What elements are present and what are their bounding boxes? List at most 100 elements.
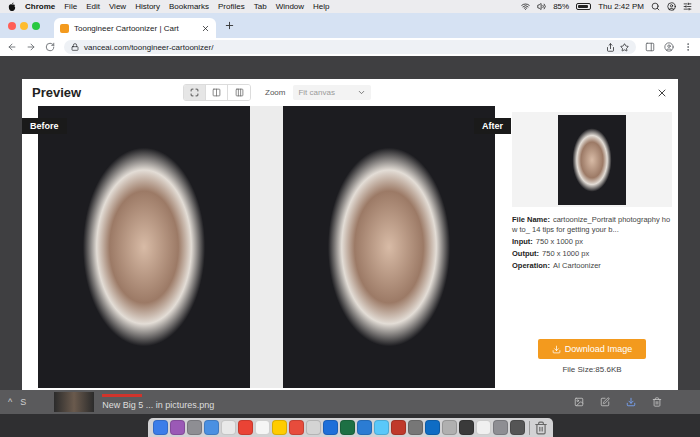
detail-label: Output: xyxy=(512,249,539,258)
info-panel: File Name:cartoonize_Portrait photograph… xyxy=(512,106,672,388)
menu-item[interactable]: Bookmarks xyxy=(169,0,209,13)
view-button[interactable] xyxy=(206,85,228,100)
detail-label: Input: xyxy=(512,237,533,246)
dock-app-icon[interactable] xyxy=(357,420,372,435)
new-tab-button[interactable] xyxy=(224,20,235,31)
dock-app-icon[interactable] xyxy=(340,420,355,435)
dock-app-icon[interactable] xyxy=(306,420,321,435)
menu-item[interactable]: Edit xyxy=(86,0,100,13)
modal-body: Before After File Name:cartoonize_Portrait… xyxy=(22,106,678,390)
favicon-icon xyxy=(60,24,69,33)
download-icon xyxy=(552,345,561,354)
volume-icon[interactable] xyxy=(537,2,546,11)
zoom-light[interactable] xyxy=(32,22,40,30)
menu-item[interactable]: File xyxy=(64,0,77,13)
browser-tab[interactable]: Toongineer Cartoonizer | Cart xyxy=(54,18,216,38)
detail-row: Input:750 x 1000 px xyxy=(512,237,672,247)
dock-app-icon[interactable] xyxy=(323,420,338,435)
before-badge: Before xyxy=(22,118,67,134)
dock-app-icon[interactable] xyxy=(374,420,389,435)
detail-label: Operation: xyxy=(512,261,550,270)
tab-bar: Toongineer Cartoonizer | Cart xyxy=(0,13,700,38)
preview-modal: PreviewZoomFit canvasBeforeAfterFile Nam… xyxy=(22,79,678,390)
menu-item[interactable]: Profiles xyxy=(218,0,245,13)
zoom-placeholder: Fit canvas xyxy=(298,88,357,97)
dock-trash-icon[interactable] xyxy=(534,421,548,435)
dock-app-icon[interactable] xyxy=(170,420,185,435)
menu-app[interactable]: Chrome xyxy=(25,0,55,13)
edit-icon[interactable] xyxy=(600,397,610,407)
share-icon[interactable] xyxy=(606,43,615,52)
control-center-icon[interactable] xyxy=(683,2,692,11)
dock-app-icon[interactable] xyxy=(289,420,304,435)
dock-app-icon[interactable] xyxy=(153,420,168,435)
menu-status: 85%Thu 2:42 PM xyxy=(521,0,692,13)
split-view-icon xyxy=(212,88,221,97)
close-button[interactable] xyxy=(656,87,668,99)
plus-icon[interactable] xyxy=(224,20,235,31)
view-button[interactable] xyxy=(184,85,206,100)
download-item[interactable]: New Big 5 ... in pictures.png xyxy=(102,394,214,410)
zoom-select[interactable]: Fit canvas xyxy=(293,85,371,100)
back-icon[interactable] xyxy=(7,42,17,52)
download-progress xyxy=(102,394,142,397)
url-text: vanceai.com/toongineer-cartoonizer/ xyxy=(84,43,601,52)
dock-app-icon[interactable] xyxy=(255,420,270,435)
download-icon[interactable] xyxy=(626,397,636,407)
detail-row: Operation:AI Cartoonizer xyxy=(512,261,672,271)
dock-app-icon[interactable] xyxy=(425,420,440,435)
dock-app-icon[interactable] xyxy=(510,420,525,435)
dock-app-icon[interactable] xyxy=(272,420,287,435)
download-label: Download Image xyxy=(565,344,633,354)
apple-icon[interactable] xyxy=(8,2,16,12)
after-badge: After xyxy=(474,118,511,134)
menu-item[interactable]: Tab xyxy=(254,0,267,13)
shelf-icons xyxy=(574,397,662,407)
zoom-label: Zoom xyxy=(265,88,285,97)
dock-app-icon[interactable] xyxy=(459,420,474,435)
forward-icon[interactable] xyxy=(26,42,36,52)
lock-icon[interactable] xyxy=(71,43,79,51)
shelf-toggle[interactable]: ^ xyxy=(8,397,12,407)
fit-view-icon xyxy=(190,88,199,97)
details: File Name:cartoonize_Portrait photograph… xyxy=(512,215,672,271)
user-icon[interactable] xyxy=(667,2,676,11)
profile-icon[interactable] xyxy=(664,42,674,52)
close-icon[interactable] xyxy=(656,87,668,99)
menu-item[interactable]: Window xyxy=(276,0,304,13)
dock-app-icon[interactable] xyxy=(238,420,253,435)
minimize-light[interactable] xyxy=(20,22,28,30)
view-toggle xyxy=(183,84,251,101)
dock-app-icon[interactable] xyxy=(493,420,508,435)
detail-label: File Name: xyxy=(512,215,550,224)
clock[interactable]: Thu 2:42 PM xyxy=(598,0,644,13)
dock-app-icon[interactable] xyxy=(476,420,491,435)
sidebar-icon[interactable] xyxy=(645,42,655,52)
dock-app-icon[interactable] xyxy=(187,420,202,435)
download-thumbnail[interactable] xyxy=(54,392,94,412)
url-field[interactable]: vanceai.com/toongineer-cartoonizer/ xyxy=(64,40,636,54)
wifi-icon[interactable] xyxy=(521,2,530,11)
reload-icon[interactable] xyxy=(45,42,55,52)
battery-icon[interactable] xyxy=(576,3,591,10)
menu-item[interactable]: Help xyxy=(313,0,329,13)
dock-app-icon[interactable] xyxy=(221,420,236,435)
trash-icon[interactable] xyxy=(652,397,662,407)
dock-app-icon[interactable] xyxy=(408,420,423,435)
close-light[interactable] xyxy=(8,22,16,30)
dock-app-icon[interactable] xyxy=(391,420,406,435)
menu-item[interactable]: History xyxy=(135,0,160,13)
dock-app-icon[interactable] xyxy=(204,420,219,435)
star-icon[interactable] xyxy=(620,43,629,52)
close-icon[interactable] xyxy=(201,24,210,33)
info-spacer xyxy=(512,271,672,339)
dock-app-icon[interactable] xyxy=(442,420,457,435)
download-button[interactable]: Download Image xyxy=(538,339,647,359)
chevron-down-icon xyxy=(357,88,366,97)
search-icon[interactable] xyxy=(651,2,660,11)
download-shelf: ^SNew Big 5 ... in pictures.png xyxy=(0,390,700,414)
menu-icon[interactable] xyxy=(683,42,693,52)
view-button[interactable] xyxy=(228,85,250,100)
image-icon[interactable] xyxy=(574,397,584,407)
menu-item[interactable]: View xyxy=(109,0,126,13)
